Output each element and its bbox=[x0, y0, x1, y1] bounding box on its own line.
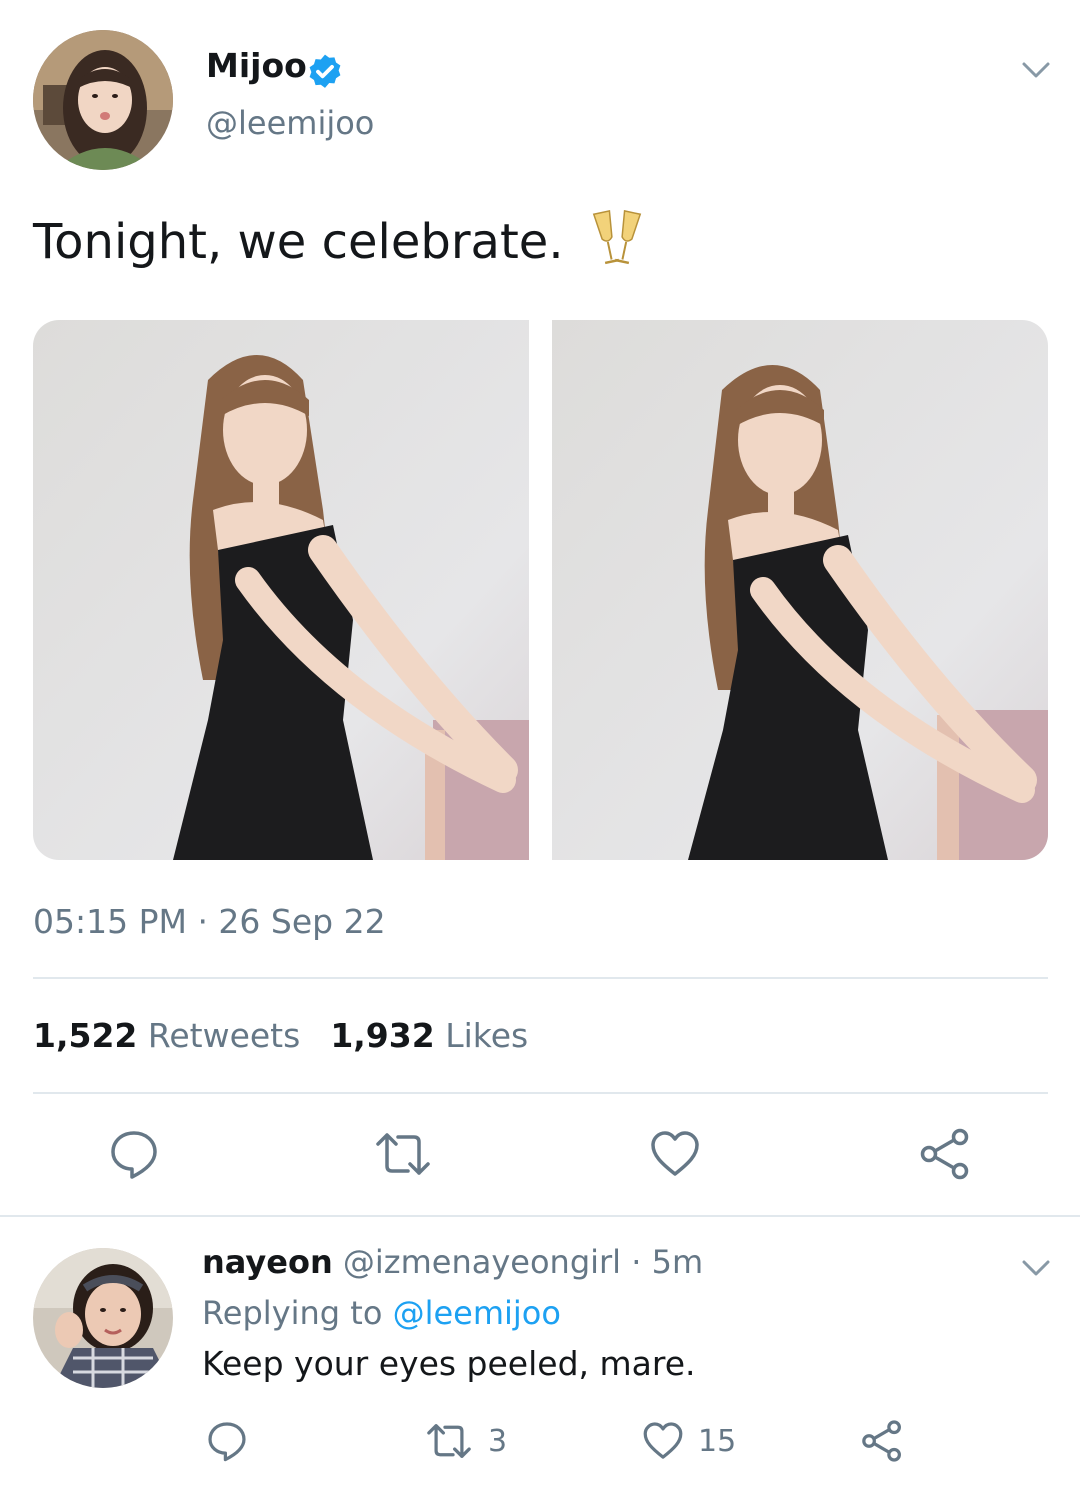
reply-author-avatar[interactable] bbox=[33, 1248, 173, 1388]
retweet-icon bbox=[376, 1133, 430, 1175]
retweets-label: Retweets bbox=[147, 1016, 301, 1055]
reply-time[interactable]: · 5m bbox=[631, 1243, 703, 1281]
reply-text: Keep your eyes peeled, mare. bbox=[202, 1344, 696, 1383]
like-button[interactable] bbox=[649, 1128, 701, 1180]
reply-like-count: 15 bbox=[698, 1423, 737, 1459]
reply-icon bbox=[208, 1422, 246, 1462]
reply-share-button[interactable] bbox=[860, 1420, 904, 1462]
tweet-stats: 1,522 Retweets 1,932 Likes bbox=[33, 1016, 528, 1055]
tweet-options-chevron-down-icon[interactable] bbox=[1016, 50, 1056, 90]
reply-button[interactable] bbox=[108, 1128, 160, 1180]
tweet-timestamp[interactable]: 05:15 PM · 26 Sep 22 bbox=[33, 902, 386, 941]
author-handle[interactable]: @leemijoo bbox=[206, 104, 374, 142]
reply-author-name[interactable]: nayeon bbox=[202, 1243, 333, 1281]
retweets-stat[interactable]: 1,522 Retweets bbox=[33, 1016, 300, 1055]
reply-icon bbox=[111, 1131, 157, 1179]
thread-divider bbox=[0, 1215, 1080, 1217]
likes-label: Likes bbox=[445, 1016, 529, 1055]
reply-header: nayeon @izmenayeongirl · 5m bbox=[202, 1243, 703, 1281]
heart-icon bbox=[651, 1131, 699, 1176]
divider bbox=[33, 1092, 1048, 1094]
share-icon bbox=[862, 1420, 901, 1462]
replying-to: Replying to @leemijoo bbox=[202, 1294, 561, 1332]
divider bbox=[33, 977, 1048, 979]
likes-stat[interactable]: 1,932 Likes bbox=[330, 1016, 528, 1055]
share-button[interactable] bbox=[918, 1128, 972, 1180]
tweet-text: Tonight, we celebrate. bbox=[33, 208, 645, 282]
replying-to-mention[interactable]: @leemijoo bbox=[393, 1294, 561, 1332]
reply-reply-button[interactable] bbox=[206, 1420, 248, 1462]
verified-badge-icon bbox=[304, 52, 346, 94]
main-tweet: Mijoo @leemijoo Tonight, we celebrate. 0… bbox=[0, 0, 1080, 1216]
reply-like-button[interactable]: 15 bbox=[642, 1420, 736, 1462]
retweets-count: 1,522 bbox=[33, 1016, 138, 1055]
likes-count: 1,932 bbox=[330, 1016, 435, 1055]
replying-to-label: Replying to bbox=[202, 1294, 383, 1332]
reply-author-handle[interactable]: @izmenayeongirl bbox=[343, 1243, 621, 1281]
reply-retweet-count: 3 bbox=[488, 1423, 508, 1459]
retweet-button[interactable] bbox=[372, 1128, 434, 1180]
author-avatar[interactable] bbox=[33, 30, 173, 170]
tweet-text-content: Tonight, we celebrate. bbox=[33, 214, 564, 270]
reply-options-chevron-down-icon[interactable] bbox=[1016, 1248, 1056, 1288]
tweet-photo-2[interactable] bbox=[552, 320, 1048, 860]
retweet-icon bbox=[427, 1424, 471, 1458]
heart-icon bbox=[643, 1422, 683, 1459]
share-icon bbox=[920, 1128, 969, 1180]
tweet-photo-1[interactable] bbox=[33, 320, 529, 860]
clinking-glasses-icon bbox=[589, 208, 645, 282]
author-name[interactable]: Mijoo bbox=[206, 46, 307, 85]
reply-retweet-button[interactable]: 3 bbox=[424, 1420, 507, 1462]
